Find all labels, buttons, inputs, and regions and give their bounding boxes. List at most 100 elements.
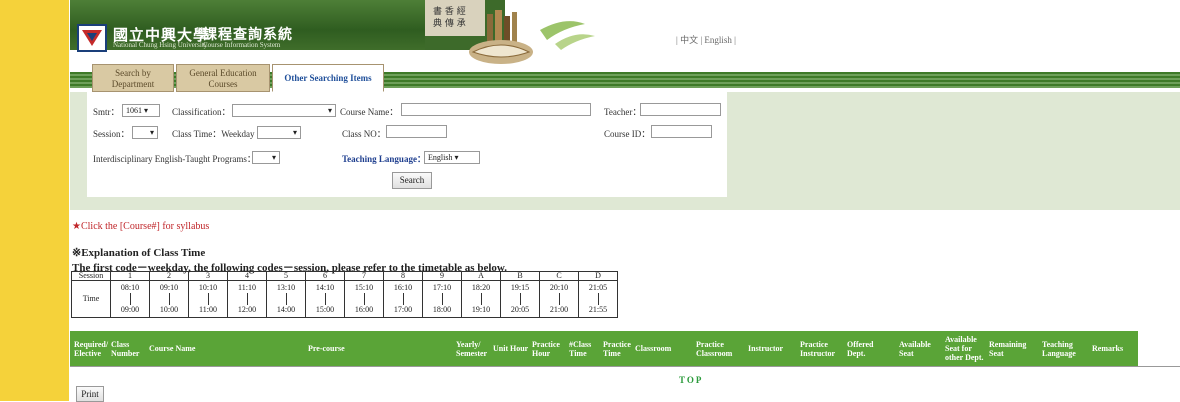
time-cell: 15:10 16:00	[344, 280, 384, 318]
university-logo-icon	[77, 24, 107, 52]
language-separator: |	[676, 35, 678, 45]
session-label: Session：	[93, 129, 130, 139]
teacher-input[interactable]	[640, 103, 721, 116]
interdisciplinary-select[interactable]: ▾	[252, 151, 280, 164]
time-divider	[519, 293, 521, 305]
time-cell: 09:10 10:00	[149, 280, 189, 318]
time-end: 10:00	[159, 305, 179, 314]
language-switch: | 中文 | English |	[676, 33, 736, 46]
course-id-label: Course ID：	[604, 129, 651, 139]
time-start: 18:20	[471, 283, 491, 292]
time-end: 11:00	[199, 305, 217, 314]
time-divider	[168, 293, 170, 305]
time-cell: 18:20 19:10	[461, 280, 501, 318]
col-remaining-seat: Remaining Seat	[989, 339, 1027, 358]
time-cell: 13:10 14:00	[266, 280, 306, 318]
time-divider	[246, 293, 248, 305]
svg-text:典 傳 承: 典 傳 承	[433, 17, 466, 29]
results-header: Required/ Elective Class Number Course N…	[70, 331, 1138, 366]
time-start: 10:10	[198, 283, 218, 292]
classification-label: Classification：	[172, 107, 231, 117]
time-start: 14:10	[315, 283, 335, 292]
col-practice-time: Practice Time	[603, 339, 631, 358]
tab-general-education[interactable]: General Education Courses	[176, 64, 270, 92]
col-required: Required/ Elective	[74, 339, 109, 358]
time-end: 21:00	[549, 305, 569, 314]
session-cell: 5	[266, 271, 306, 281]
course-id-input[interactable]	[651, 125, 712, 138]
col-available-seat: Available Seat	[899, 339, 931, 358]
language-chinese-link[interactable]: 中文	[680, 35, 698, 45]
col-classroom: Classroom	[635, 344, 672, 353]
time-header: Time	[71, 280, 111, 318]
col-hour: Hour	[510, 344, 529, 353]
time-start: 21:05	[588, 283, 608, 292]
session-cell: 3	[188, 271, 228, 281]
time-start: 17:10	[432, 283, 452, 292]
time-cell: 11:10 12:00	[227, 280, 267, 318]
time-cell: 16:10 17:00	[383, 280, 423, 318]
time-cell: 10:10 11:00	[188, 280, 228, 318]
session-select[interactable]: ▾	[132, 126, 158, 139]
col-class-time: #Class Time	[569, 339, 592, 358]
weekday-select[interactable]: ▾	[257, 126, 301, 139]
col-unit: Unit	[493, 344, 509, 353]
classification-select[interactable]: ▾	[232, 104, 336, 117]
session-cell: 4	[227, 271, 267, 281]
session-cell: 2	[149, 271, 189, 281]
teacher-label: Teacher：	[604, 107, 642, 117]
col-practice-instructor: Practice Instructor	[800, 339, 836, 358]
time-end: 09:00	[120, 305, 140, 314]
timetable-session-row: Session 123456789ABCD	[71, 271, 618, 281]
semester-label: Smtr：	[93, 107, 120, 117]
explanation-title: ※Explanation of Class Time	[72, 247, 206, 259]
session-cell: 9	[422, 271, 462, 281]
time-start: 20:10	[549, 283, 569, 292]
course-name-input[interactable]	[401, 103, 591, 116]
time-end: 20:05	[510, 305, 530, 314]
col-teaching-language: Teaching Language	[1042, 339, 1076, 358]
session-cell: D	[578, 271, 618, 281]
time-divider	[402, 293, 404, 305]
tab-search-by-department[interactable]: Search by Department	[92, 64, 174, 92]
print-button[interactable]: Print	[76, 386, 104, 402]
time-divider	[324, 293, 326, 305]
session-cell: A	[461, 271, 501, 281]
time-start: 11:10	[238, 283, 256, 292]
time-start: 16:10	[393, 283, 413, 292]
time-end: 19:10	[471, 305, 491, 314]
col-course-name: Course Name	[149, 344, 196, 353]
time-divider	[285, 293, 287, 305]
time-start: 13:10	[276, 283, 296, 292]
course-name-label: Course Name：	[340, 107, 399, 117]
university-english-name: National Chung Hsing University	[113, 41, 208, 49]
time-start: 19:15	[510, 283, 530, 292]
class-no-input[interactable]	[386, 125, 447, 138]
top-link[interactable]: TOP	[679, 375, 703, 385]
language-english-link[interactable]: English	[704, 35, 732, 45]
time-cell: 19:15 20:05	[500, 280, 540, 318]
system-english-name: Course Information System	[203, 41, 281, 49]
time-divider	[597, 293, 599, 305]
time-divider	[480, 293, 482, 305]
col-remarks: Remarks	[1092, 344, 1124, 353]
tab-other-searching-items[interactable]: Other Searching Items	[272, 64, 384, 92]
time-divider	[441, 293, 443, 305]
session-header: Session	[71, 271, 111, 281]
session-cell: 8	[383, 271, 423, 281]
time-cell: 21:05 21:55	[578, 280, 618, 318]
search-button[interactable]: Search	[392, 172, 432, 189]
language-separator: |	[734, 35, 736, 45]
time-divider	[207, 293, 209, 305]
left-yellow-bar	[0, 0, 69, 401]
semester-select[interactable]: 1061 ▾	[122, 104, 160, 117]
col-instructor: Instructor	[748, 344, 784, 353]
syllabus-link[interactable]: ★Click the [Course#] for syllabus	[72, 221, 209, 232]
session-cell: 1	[110, 271, 150, 281]
timetable-time-row: Time 08:10 09:00 09:10 10:00 10:10 11:00 11:10…	[71, 280, 618, 318]
time-end: 15:00	[315, 305, 335, 314]
session-cell: 6	[305, 271, 345, 281]
time-cell: 08:10 09:00	[110, 280, 150, 318]
col-offered-dept: Offered Dept.	[847, 339, 874, 358]
teaching-language-select[interactable]: English ▾	[424, 151, 480, 164]
